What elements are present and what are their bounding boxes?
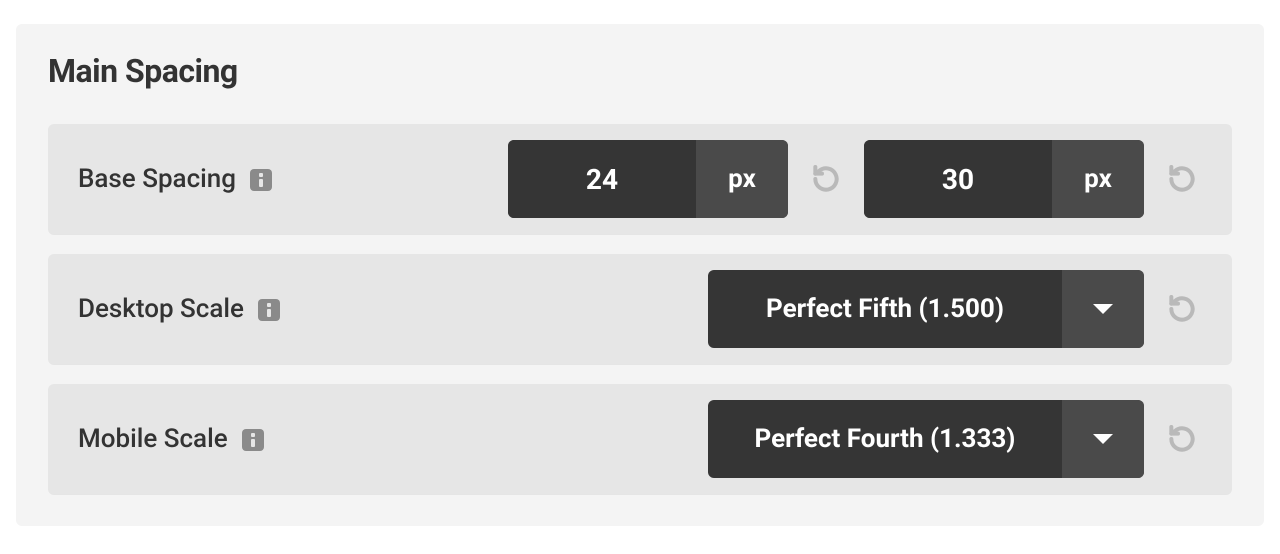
info-icon[interactable]: [250, 169, 272, 191]
panel-title: Main Spacing: [48, 52, 1232, 90]
reset-button[interactable]: [1162, 289, 1202, 329]
chevron-down-icon: [1062, 400, 1144, 478]
main-spacing-panel: Main Spacing Base Spacing px: [16, 24, 1264, 526]
desktop-scale-label-group: Desktop Scale: [78, 294, 708, 324]
desktop-scale-select[interactable]: Perfect Fifth (1.500): [708, 270, 1144, 348]
reset-button[interactable]: [1162, 419, 1202, 459]
base-spacing-label: Base Spacing: [78, 164, 236, 194]
desktop-scale-selected: Perfect Fifth (1.500): [708, 270, 1062, 348]
base-spacing-controls: px px: [508, 140, 1202, 218]
mobile-scale-selected: Perfect Fourth (1.333): [708, 400, 1062, 478]
reset-button[interactable]: [806, 159, 846, 199]
desktop-scale-row: Desktop Scale Perfect Fifth (1.500): [48, 254, 1232, 364]
desktop-scale-label: Desktop Scale: [78, 294, 244, 324]
base-spacing-row: Base Spacing px px: [48, 124, 1232, 234]
mobile-scale-select[interactable]: Perfect Fourth (1.333): [708, 400, 1144, 478]
mobile-scale-label: Mobile Scale: [78, 424, 228, 454]
info-icon[interactable]: [258, 299, 280, 321]
base-spacing-input-2[interactable]: [864, 140, 1052, 218]
unit-badge[interactable]: px: [696, 140, 788, 218]
chevron-down-icon: [1062, 270, 1144, 348]
base-spacing-input-1[interactable]: [508, 140, 696, 218]
base-spacing-value-2-field: px: [864, 140, 1144, 218]
mobile-scale-controls: Perfect Fourth (1.333): [708, 400, 1202, 478]
unit-badge[interactable]: px: [1052, 140, 1144, 218]
mobile-scale-label-group: Mobile Scale: [78, 424, 708, 454]
info-icon[interactable]: [242, 429, 264, 451]
base-spacing-value-1-field: px: [508, 140, 788, 218]
desktop-scale-controls: Perfect Fifth (1.500): [708, 270, 1202, 348]
reset-button[interactable]: [1162, 159, 1202, 199]
base-spacing-label-group: Base Spacing: [78, 164, 508, 194]
mobile-scale-row: Mobile Scale Perfect Fourth (1.333): [48, 384, 1232, 494]
